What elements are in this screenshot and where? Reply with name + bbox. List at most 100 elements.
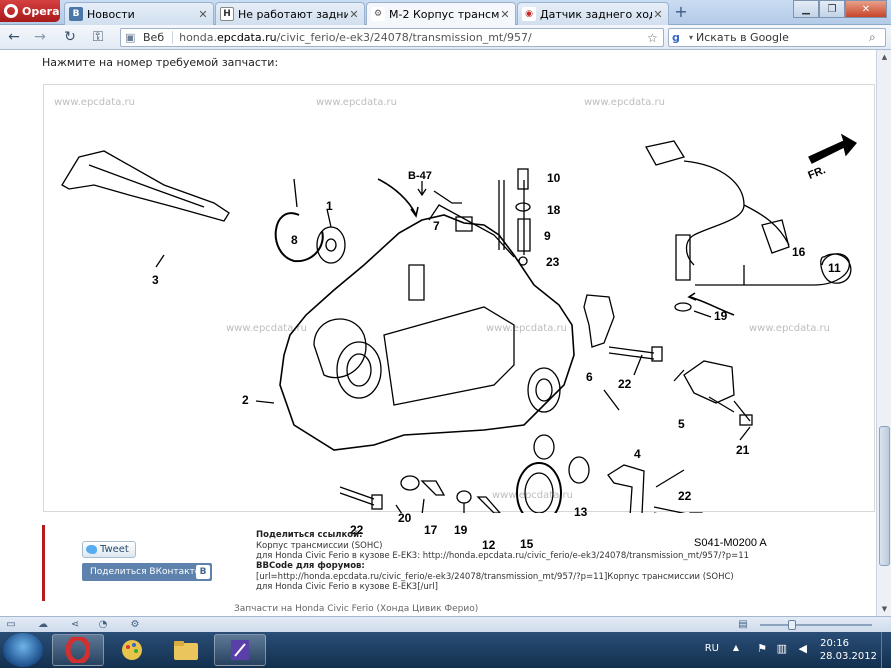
tweet-button[interactable]: Tweet (82, 541, 136, 558)
part-link-4[interactable]: 4 (634, 447, 641, 461)
vk-share-button[interactable]: Поделиться ВКонтакте B (82, 563, 212, 581)
taskbar-app-paint[interactable] (106, 634, 158, 666)
panel-icon[interactable]: ▭ (4, 618, 18, 631)
taskbar-app-editor[interactable] (214, 634, 266, 666)
part-link-22-middle[interactable]: 22 (618, 377, 631, 391)
part-link-22-right[interactable]: 22 (678, 489, 691, 503)
part-link-16[interactable]: 16 (792, 245, 805, 259)
security-label: Веб (141, 31, 174, 44)
parts-diagram: www.epcdata.ru www.epcdata.ru www.epcdat… (43, 84, 875, 552)
sensor-connector-part-16 (645, 140, 686, 166)
language-indicator[interactable]: RU (705, 643, 719, 654)
vk-favicon-icon: B (69, 7, 83, 21)
bbcode-title: BBCode для форумов: (256, 561, 365, 571)
footer-link[interactable]: Запчасти на Honda Civic Ferio (Хонда Цив… (234, 604, 478, 614)
close-tab-icon[interactable]: ✕ (652, 8, 664, 21)
address-bar[interactable]: ▣ Веб honda.epcdata.ru/civic_ferio/e-ek3… (120, 28, 664, 47)
forward-icon[interactable]: → (30, 28, 50, 46)
part-link-7[interactable]: 7 (433, 219, 440, 233)
scroll-up-icon[interactable]: ▲ (877, 50, 891, 64)
opera-menu-button[interactable]: Opera (0, 0, 60, 22)
show-desktop-button[interactable] (881, 632, 891, 668)
zoom-knob[interactable] (788, 620, 796, 630)
windows-taskbar: RU ▲ ⚑ ▥ ◀ 20:16 28.03.2012 (0, 632, 891, 668)
flag-icon[interactable]: ⚑ (757, 642, 767, 655)
close-window-icon[interactable]: ✕ (845, 0, 887, 18)
bookmark-star-icon[interactable]: ☆ (647, 31, 663, 45)
settings-icon[interactable]: ⚙ (128, 618, 142, 631)
cloud-icon[interactable]: ☁ (36, 618, 50, 631)
part-link-10[interactable]: 10 (547, 171, 560, 185)
part-link-11[interactable]: 11 (828, 261, 841, 275)
close-tab-icon[interactable]: ✕ (197, 8, 209, 21)
google-icon: g (672, 30, 680, 44)
reload-icon[interactable]: ↻ (60, 28, 80, 46)
scroll-down-icon[interactable]: ▼ (877, 602, 891, 616)
tab-forum[interactable]: H Не работают задние ф... ✕ (215, 2, 365, 25)
vk-logo-icon: B (196, 565, 210, 579)
back-icon[interactable]: ← (4, 28, 24, 46)
view-icon[interactable]: ▤ (736, 618, 750, 631)
part-link-8[interactable]: 8 (291, 233, 298, 247)
page-content: Нажмите на номер требуемой запчасти: www… (0, 50, 876, 616)
tab-reverse-sensor[interactable]: ◉ Датчик заднего хода (... ✕ (517, 2, 669, 25)
part-link-23[interactable]: 23 (546, 255, 559, 269)
share-icon[interactable]: ⋖ (68, 618, 82, 631)
part-link-6[interactable]: 6 (586, 370, 593, 384)
part-link-21[interactable]: 21 (736, 443, 749, 457)
tab-news[interactable]: B Новости ✕ (64, 2, 214, 25)
clock-time[interactable]: 20:16 (820, 638, 849, 649)
bbcode-line1[interactable]: [url=http://honda.epcdata.ru/civic_ferio… (256, 572, 734, 582)
share-link-line2[interactable]: для Honda Civic Ferio в кузове E-EK3: ht… (256, 551, 749, 561)
scroll-thumb[interactable] (879, 426, 890, 566)
tab-bar: Opera B Новости ✕ H Не работают задние ф… (0, 0, 891, 25)
share-link-line1[interactable]: Корпус трансмиссии (SOHC) (256, 541, 382, 551)
key-icon[interactable]: ⚿ (88, 28, 108, 46)
zoom-slider[interactable] (752, 620, 882, 630)
maximize-icon[interactable]: ❐ (819, 0, 845, 18)
navigation-bar: ← → ↻ ⚿ ▣ Веб honda.epcdata.ru/civic_fer… (0, 25, 891, 50)
site-favicon-icon: ◉ (522, 7, 536, 21)
network-icon[interactable]: ▥ (777, 642, 787, 655)
gear-favicon-icon: ⚙ (371, 7, 385, 21)
search-placeholder: Искать в Google (696, 31, 789, 44)
tray-expand-icon[interactable]: ▲ (733, 643, 739, 652)
minimize-icon[interactable]: ▁ (793, 0, 819, 18)
taskbar-explorer[interactable] (160, 634, 212, 666)
speed-dial-icon[interactable]: ◔ (96, 618, 110, 631)
part-link-13[interactable]: 13 (574, 505, 587, 519)
part-link-19[interactable]: 19 (714, 309, 727, 323)
circlip-part-8 (274, 212, 324, 263)
tab-transmission[interactable]: ⚙ M-2 Корпус трансмис... ✕ (366, 2, 516, 25)
transmission-drawing (61, 133, 857, 513)
url-text[interactable]: honda.epcdata.ru/civic_ferio/e-ek3/24078… (173, 31, 647, 44)
window-controls: ▁ ❐ ✕ (793, 0, 887, 20)
accent-bar (42, 525, 45, 601)
close-tab-icon[interactable]: ✕ (499, 8, 511, 21)
close-tab-icon[interactable]: ✕ (348, 8, 360, 21)
chevron-down-icon[interactable]: ▾ (689, 33, 693, 42)
new-tab-button[interactable]: + (672, 4, 690, 22)
part-link-1[interactable]: 1 (326, 199, 333, 213)
share-section: Tweet Поделиться ВКонтакте B Поделиться … (42, 525, 876, 603)
status-bar: ▭ ☁ ⋖ ◔ ⚙ ▤ (0, 616, 891, 632)
palette-icon (122, 640, 142, 660)
volume-icon[interactable]: ◀ (799, 642, 807, 655)
part-link-18[interactable]: 18 (547, 203, 560, 217)
folder-icon (174, 641, 198, 660)
part-link-2[interactable]: 2 (242, 393, 249, 407)
part-link-5[interactable]: 5 (678, 417, 685, 431)
taskbar-opera[interactable] (52, 634, 104, 666)
start-button[interactable] (3, 633, 43, 667)
part-link-9[interactable]: 9 (544, 229, 551, 243)
twitter-bird-icon (86, 545, 97, 554)
search-icon[interactable]: ⌕ (869, 30, 885, 45)
vertical-scrollbar[interactable]: ▲ ▼ (876, 50, 891, 616)
clock-date[interactable]: 28.03.2012 (820, 651, 877, 662)
search-field[interactable]: g ▾ Искать в Google ⌕ (668, 28, 886, 47)
section-ref: B-47 (408, 170, 432, 182)
part-link-20[interactable]: 20 (398, 511, 411, 525)
bbcode-line2[interactable]: для Honda Civic Ferio в кузове E-EK3[/ur… (256, 582, 438, 592)
part-link-3[interactable]: 3 (152, 273, 159, 287)
editor-icon (231, 640, 249, 660)
